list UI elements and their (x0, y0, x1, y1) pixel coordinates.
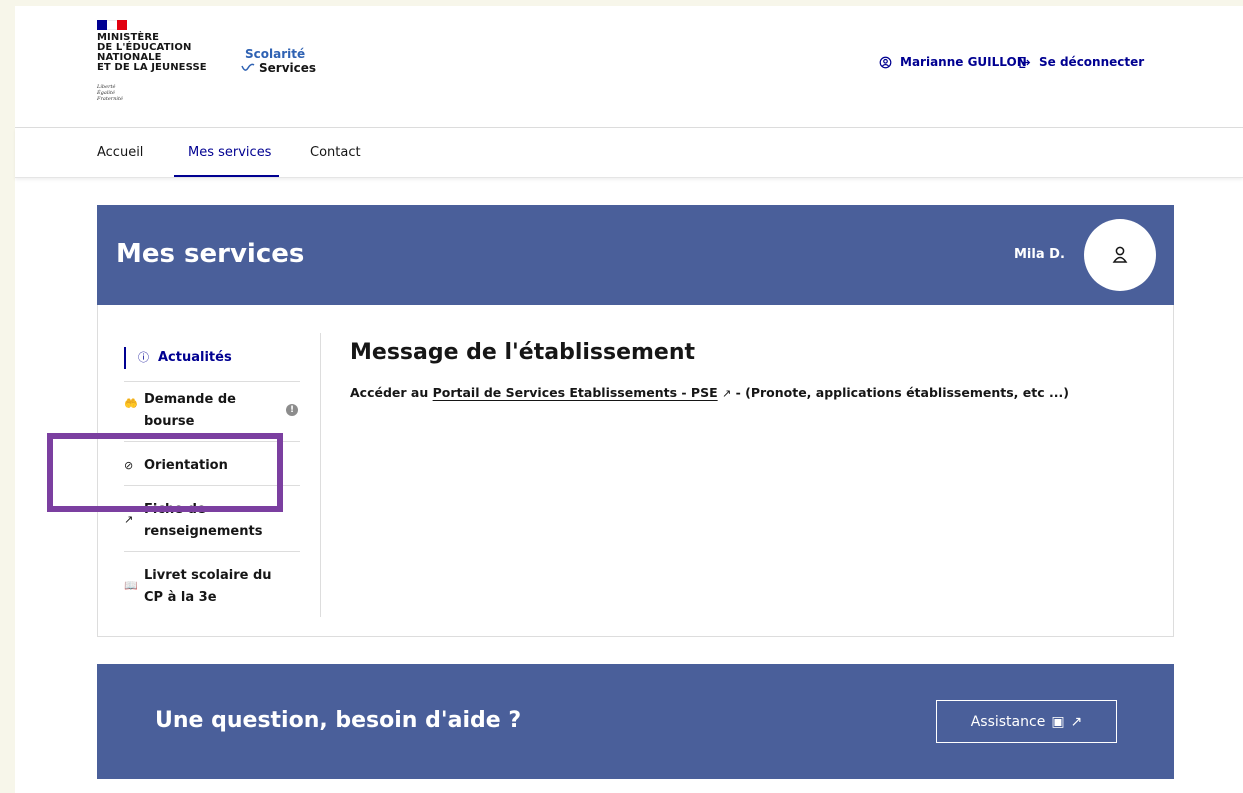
side-item-label: renseignements (144, 524, 263, 539)
message-suffix: - (Pronote, applications établissements,… (735, 385, 1069, 400)
message-title: Message de l'établissement (350, 340, 696, 365)
assistance-label: Assistance (970, 713, 1046, 730)
nav-item-mes-services[interactable]: Mes services (188, 145, 271, 160)
active-indicator (124, 347, 126, 369)
motto-line: Fraternité (97, 96, 123, 102)
book-open-icon: 📖 (124, 579, 138, 592)
support-icon: ▣ (1051, 713, 1065, 730)
site-header: MINISTÈRE DE L'ÉDUCATION NATIONALE ET DE… (15, 6, 1243, 128)
user-name: Marianne GUILLON (900, 55, 1027, 69)
user-circle-icon (879, 56, 892, 68)
side-item-livret[interactable]: 📖 Livret scolaire du CP à la 3e (124, 565, 300, 609)
ministry-name[interactable]: MINISTÈRE DE L'ÉDUCATION NATIONALE ET DE… (97, 33, 207, 73)
ministry-line: ET DE LA JEUNESSE (97, 62, 207, 73)
external-link-icon: ↗ (1070, 713, 1083, 730)
pse-portal-link[interactable]: Portail de Services Etablissements - PSE (433, 385, 718, 400)
wave-icon (241, 63, 255, 71)
side-item-label: Actualités (158, 350, 232, 365)
side-item-label: Livret scolaire du (144, 568, 272, 583)
alert-badge: ! (286, 404, 298, 416)
services-banner: Mes services Mila D. (97, 205, 1174, 305)
side-item-label: CP à la 3e (144, 590, 217, 605)
nav-item-contact[interactable]: Contact (310, 145, 361, 160)
avatar[interactable] (1084, 219, 1156, 291)
french-flag-logo (97, 20, 127, 30)
republic-motto: Liberté Égalité Fraternité (97, 84, 123, 102)
nav-active-indicator (174, 175, 279, 177)
user-icon (1112, 246, 1128, 263)
student-name: Mila D. (1014, 247, 1065, 262)
service-name-line2: Services (259, 61, 317, 75)
side-item-bourse[interactable]: 🤲 Demande de bourse (124, 389, 300, 433)
help-title: Une question, besoin d'aide ? (155, 708, 522, 733)
highlight-box (47, 433, 283, 512)
main-nav: Accueil Mes services Contact (15, 128, 1243, 178)
hand-coins-icon: 🤲 (124, 397, 138, 410)
logout-label: Se déconnecter (1039, 55, 1145, 69)
logout-link[interactable]: Se déconnecter (1018, 55, 1144, 69)
service-logo[interactable]: Scolarité Services (241, 47, 317, 75)
pse-link-label: Portail de Services Etablissements - PSE (432, 385, 718, 400)
side-item-actualites[interactable]: ⓘ Actualités (138, 347, 298, 369)
page: MINISTÈRE DE L'ÉDUCATION NATIONALE ET DE… (15, 6, 1243, 793)
assistance-button[interactable]: Assistance ▣ ↗ (936, 700, 1117, 743)
logout-icon (1019, 56, 1031, 68)
divider (124, 381, 300, 382)
side-item-label: bourse (144, 414, 195, 429)
service-name-line1: Scolarité (245, 47, 306, 61)
external-link-icon: ↗ (722, 387, 732, 400)
divider (124, 551, 300, 552)
nav-item-accueil[interactable]: Accueil (97, 145, 143, 160)
side-item-label: Demande de (144, 392, 236, 407)
message-prefix: Accéder au (350, 385, 429, 400)
page-title: Mes services (116, 239, 305, 269)
message-text: Accéder au Portail de Services Etablisse… (350, 385, 1069, 400)
vertical-divider (320, 333, 321, 617)
info-circle-icon: ⓘ (138, 351, 149, 364)
user-account-link[interactable]: Marianne GUILLON (879, 55, 1027, 69)
help-banner: Une question, besoin d'aide ? Assistance… (97, 664, 1174, 779)
